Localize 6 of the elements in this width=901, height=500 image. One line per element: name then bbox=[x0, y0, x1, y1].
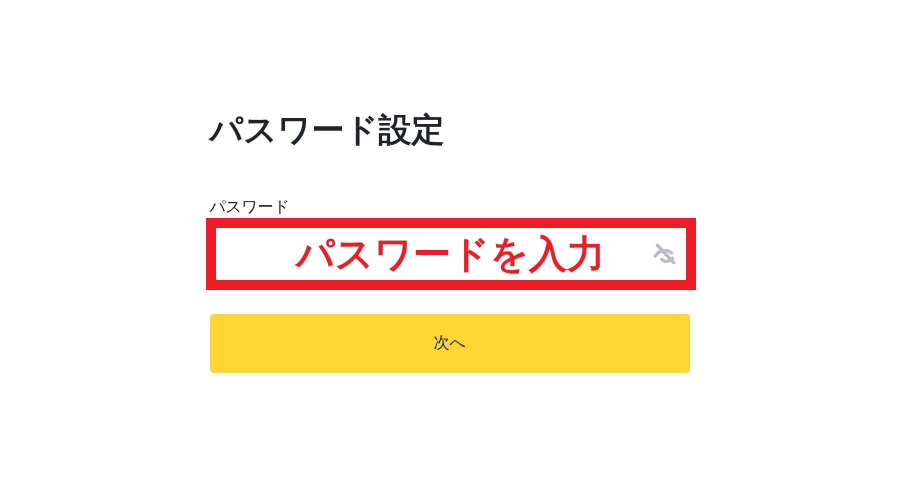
field-label: パスワード bbox=[210, 196, 290, 218]
password-field[interactable]: パスワードを入力 bbox=[216, 228, 686, 280]
annotation-text: パスワードを入力 bbox=[296, 231, 605, 277]
page-title: パスワード設定 bbox=[210, 109, 446, 151]
next-button[interactable]: 次へ bbox=[210, 314, 690, 373]
eye-off-icon[interactable] bbox=[652, 241, 678, 267]
